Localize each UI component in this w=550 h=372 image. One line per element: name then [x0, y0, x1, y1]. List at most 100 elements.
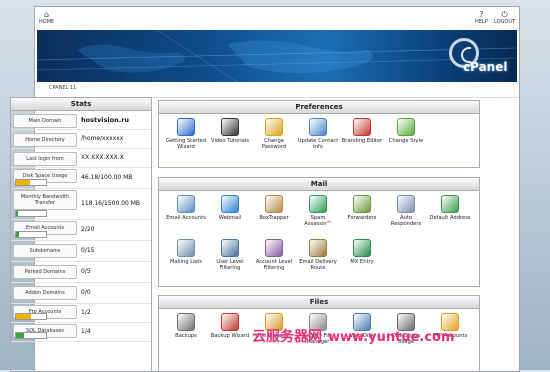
mail-item[interactable]: Default Address — [429, 195, 471, 221]
usage-bar-fill — [16, 180, 30, 185]
stats-title: Stats — [11, 98, 151, 111]
watermark-cn: 云服务器网 — [252, 329, 322, 345]
version-label: CPANEL 11 — [49, 85, 77, 91]
preferences-panel: Preferences Getting Started Wizard Video … — [158, 100, 480, 168]
stats-row: Ftp Accounts 1/2 — [11, 304, 151, 323]
mail-item[interactable]: User Level Filtering — [209, 239, 251, 271]
mail-item-label: Webmail — [218, 215, 242, 221]
palette-icon — [353, 118, 371, 136]
boxtrapper-icon — [265, 195, 283, 213]
mail-item-label: Email Delivery Route — [299, 259, 337, 271]
stats-row: Subdomains 0/15 — [11, 241, 151, 262]
stats-row: Email Accounts 2/20 — [11, 220, 151, 241]
usage-bar — [15, 179, 47, 186]
mail-item[interactable]: Mailing Lists — [165, 239, 207, 265]
stats-row: Disk Space Usage 46.18/100.00 MB — [11, 168, 151, 189]
logout-icon: ⏻ — [501, 10, 508, 19]
usage-bar — [15, 210, 47, 217]
stats-value: XX.XXX.XXX.X — [81, 154, 124, 161]
stats-label: Subdomains — [13, 244, 77, 258]
files-item[interactable]: Backups — [165, 313, 207, 339]
files-item-label: Backups — [175, 333, 197, 339]
logout-label: LOGOUT — [494, 19, 516, 25]
home-button[interactable]: ⌂ HOME — [39, 10, 54, 25]
files-item[interactable]: Backup Wizard — [209, 313, 251, 339]
usage-bar — [15, 313, 47, 320]
contact-icon — [309, 118, 327, 136]
mail-item-label: User Level Filtering — [216, 259, 244, 271]
mail-item-label: Auto Responders — [390, 215, 422, 227]
mail-item[interactable]: Forwarders — [341, 195, 383, 221]
logout-button[interactable]: ⏻ LOGOUT — [494, 10, 515, 25]
mail-item[interactable]: Email Accounts — [165, 195, 207, 221]
home-label: HOME — [39, 19, 55, 25]
mail-item[interactable]: Account Level Filtering — [253, 239, 295, 271]
mx-icon — [353, 239, 371, 257]
stats-value: 1/2 — [81, 309, 91, 316]
backup-icon — [177, 313, 195, 331]
files-title[interactable]: Files — [159, 296, 479, 309]
stats-value: 1/4 — [81, 328, 91, 335]
stats-value: 118.16/1500.00 MB — [81, 200, 141, 207]
preferences-item[interactable]: Change Password — [253, 118, 295, 150]
stats-value: hostvision.ru — [81, 116, 130, 124]
stats-label: Monthly Bandwidth Transfer — [13, 190, 77, 210]
world-map-graphic — [37, 30, 517, 82]
mail-item[interactable]: Email Delivery Route — [297, 239, 339, 271]
stats-value: /home/xxxxxx — [81, 135, 124, 142]
watermark-url: www.yuntue.com — [328, 330, 455, 345]
preferences-title[interactable]: Preferences — [159, 101, 479, 114]
preferences-item-label: Update Contact Info — [297, 138, 339, 150]
mail-item[interactable]: Auto Responders — [385, 195, 427, 227]
mail-item-label: BoxTrapper — [259, 215, 289, 221]
mailing-list-icon — [177, 239, 195, 257]
mail-title[interactable]: Mail — [159, 178, 479, 191]
preferences-item[interactable]: Getting Started Wizard — [165, 118, 207, 150]
help-icon: ? — [479, 10, 484, 19]
stats-label: Main Domain — [13, 114, 77, 128]
backup-wizard-icon — [221, 313, 239, 331]
style-icon — [397, 118, 415, 136]
files-item-label: Backup Wizard — [210, 333, 250, 339]
help-button[interactable]: ? HELP — [475, 10, 488, 25]
mail-item[interactable]: Spam Assassin™ — [297, 195, 339, 227]
mail-panel: Mail Email Accounts Webmail BoxTrapper Spam… — [158, 177, 480, 287]
usage-bar-fill — [16, 333, 24, 338]
preferences-item[interactable]: Change Style — [385, 118, 427, 144]
stats-label: Last login from — [13, 152, 77, 166]
film-icon — [221, 118, 239, 136]
usage-bar-fill — [16, 314, 31, 319]
stats-value: 0/5 — [81, 268, 91, 275]
usage-bar-fill — [16, 211, 19, 216]
header-banner: cPanel — [37, 30, 517, 82]
account-filter-icon — [265, 239, 283, 257]
mail-item[interactable]: Webmail — [209, 195, 251, 221]
preferences-item[interactable]: Update Contact Info — [297, 118, 339, 150]
help-label: HELP — [475, 19, 488, 25]
mail-item-label: MX Entry — [350, 259, 374, 265]
usage-bar — [15, 332, 47, 339]
route-icon — [309, 239, 327, 257]
stats-row: Home Directory/home/xxxxxx — [11, 130, 151, 149]
stats-list: Main Domain hostvision.ru Home Directory/h… — [11, 111, 151, 342]
mail-item-label: Default Address — [429, 215, 471, 221]
preferences-item-label: Getting Started Wizard — [165, 138, 207, 150]
mail-item-label: Email Accounts — [166, 215, 206, 221]
stats-value: 46.18/100.00 MB — [81, 174, 133, 181]
stats-label: Parked Domains — [13, 265, 77, 279]
mail-item-label: Forwarders — [347, 215, 377, 221]
top-bar: ⌂ HOME ? HELP ⏻ LOGOUT — [35, 7, 519, 29]
preferences-item[interactable]: Branding Editor — [341, 118, 383, 144]
lock-icon — [265, 118, 283, 136]
wizard-icon — [177, 118, 195, 136]
mail-item-label: Spam Assassin™ — [304, 215, 332, 227]
stats-row: Main Domain hostvision.ru — [11, 111, 151, 130]
preferences-item-label: Change Password — [261, 138, 287, 150]
stats-label: Home Directory — [13, 133, 77, 147]
mail-item[interactable]: BoxTrapper — [253, 195, 295, 221]
envelope-icon — [177, 195, 195, 213]
stats-row: Monthly Bandwidth Transfer 118.16/1500.00… — [11, 189, 151, 220]
preferences-item[interactable]: Video Tutorials — [209, 118, 251, 144]
home-icon: ⌂ — [44, 10, 50, 19]
mail-item[interactable]: MX Entry — [341, 239, 383, 265]
